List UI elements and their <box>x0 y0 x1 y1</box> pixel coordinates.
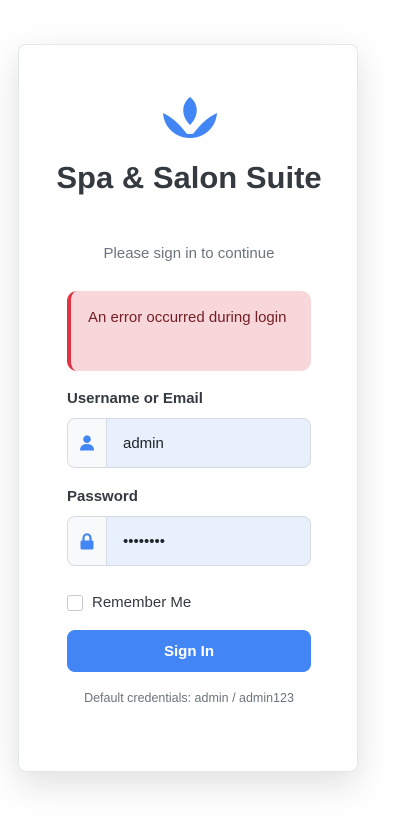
password-label: Password <box>67 488 138 505</box>
password-group <box>67 516 311 566</box>
username-input[interactable] <box>107 419 310 467</box>
username-label: Username or Email <box>67 390 203 407</box>
subtitle: Please sign in to continue <box>103 245 275 262</box>
remember-checkbox[interactable] <box>67 594 83 611</box>
username-group <box>67 418 311 468</box>
credentials-hint: Default credentials: admin / admin123 <box>84 691 294 705</box>
login-card: Spa & Salon Suite Please sign in to cont… <box>18 44 358 772</box>
password-input[interactable] <box>107 517 310 565</box>
lock-icon <box>68 517 107 565</box>
user-icon <box>68 419 107 467</box>
error-message: An error occurred during login <box>88 309 287 326</box>
app-title: Spa & Salon Suite <box>56 160 322 195</box>
sign-in-button[interactable]: Sign In <box>67 630 311 672</box>
lotus-icon <box>163 97 217 138</box>
error-alert: An error occurred during login <box>67 291 311 371</box>
remember-label: Remember Me <box>92 594 192 611</box>
remember-me[interactable]: Remember Me <box>67 594 191 611</box>
